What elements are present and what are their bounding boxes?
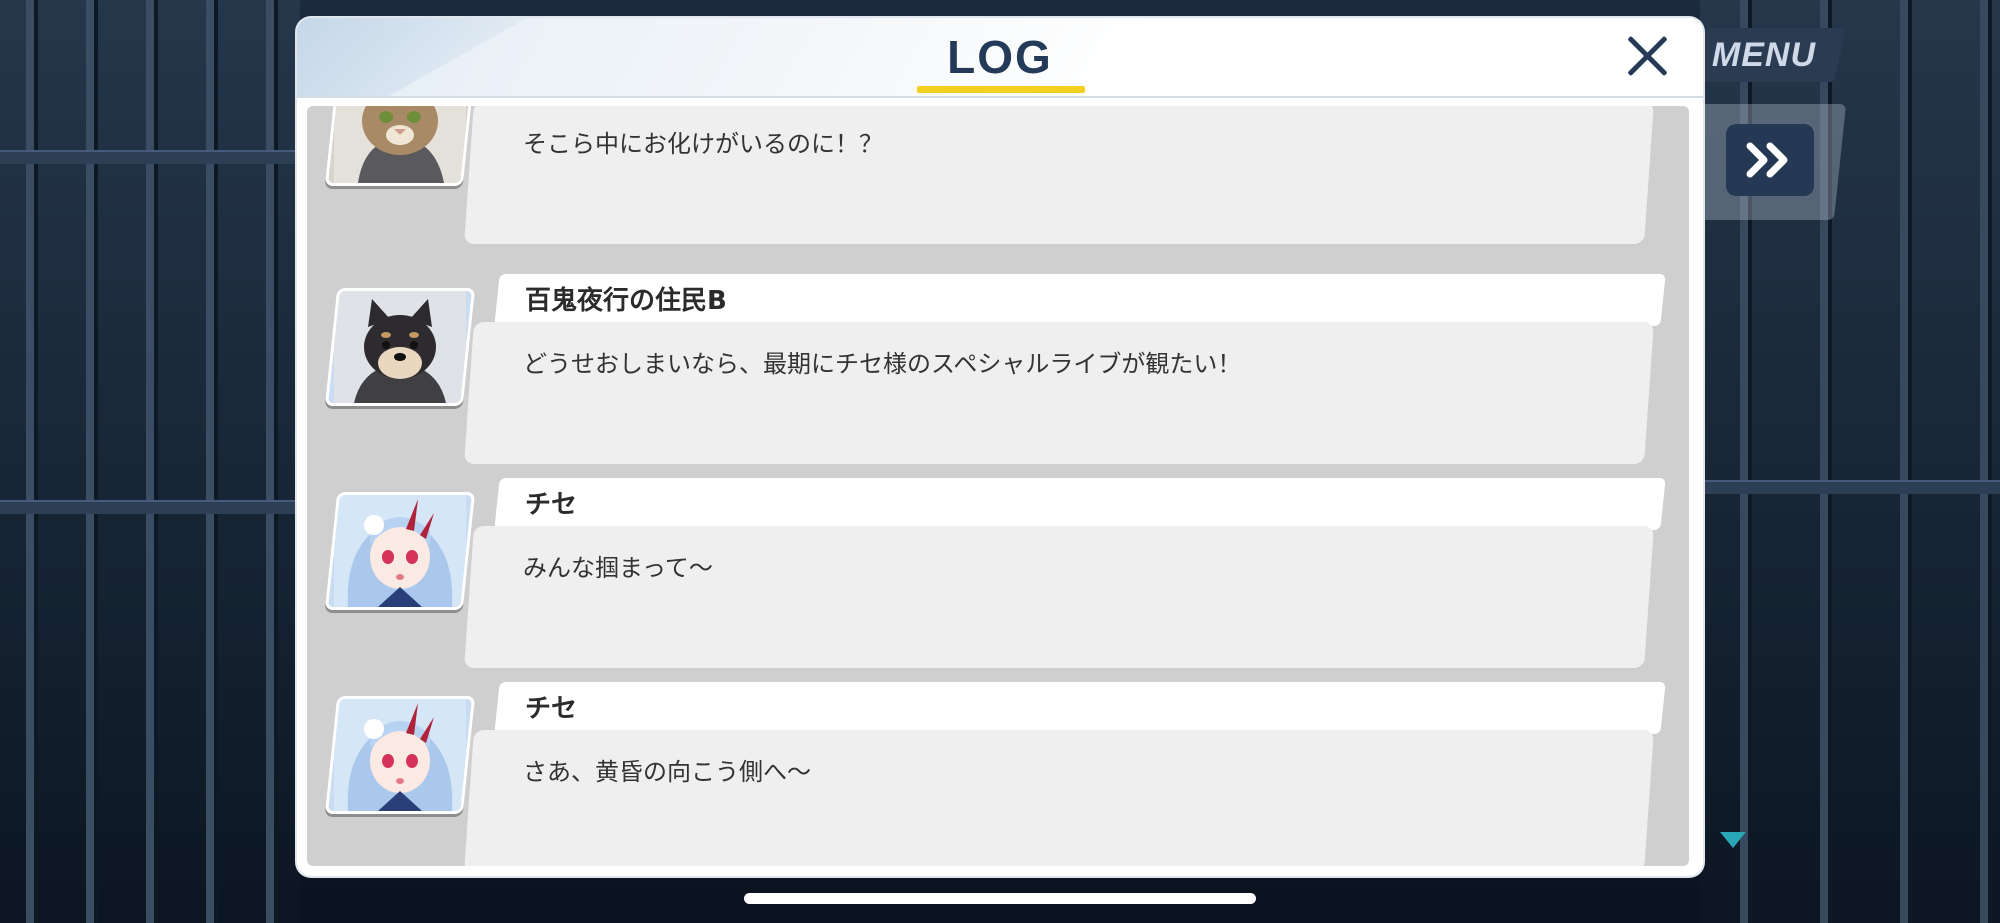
cat-avatar-icon <box>324 106 476 186</box>
menu-button[interactable]: MENU <box>1694 28 1846 82</box>
fast-forward-icon <box>1746 142 1788 178</box>
chise-avatar-icon <box>324 696 476 814</box>
message-text: そこら中にお化けがいるのに！？ <box>523 130 883 158</box>
log-list[interactable]: そこら中にお化けがいるのに！？ 百鬼夜行の住民B どうせおしまいなら、最期にチセ… <box>307 106 1689 866</box>
speaker-name: チセ <box>525 490 578 520</box>
chise-avatar-icon <box>324 492 476 610</box>
log-entry: そこら中にお化けがいるのに！？ <box>307 106 1689 258</box>
background-rail <box>0 150 300 164</box>
scroll-down-indicator-icon <box>1720 832 1746 848</box>
message-box <box>464 730 1654 866</box>
speaker-name-tab <box>494 682 1666 734</box>
background-rail <box>0 500 300 514</box>
background-rail <box>1700 480 2000 494</box>
fast-forward-button[interactable] <box>1726 124 1814 196</box>
message-text: さあ、黄昏の向こう側へ〜 <box>523 758 811 786</box>
speaker-name: 百鬼夜行の住民B <box>525 286 727 316</box>
home-indicator[interactable] <box>744 893 1256 904</box>
close-button[interactable] <box>1621 30 1673 82</box>
log-entry: チセ さあ、黄昏の向こう側へ〜 <box>307 682 1689 866</box>
speaker-name-tab <box>494 478 1666 530</box>
log-entry: 百鬼夜行の住民B どうせおしまいなら、最期にチセ様のスペシャルライブが観たい！ <box>307 274 1689 478</box>
log-entry: チセ みんな掴まって〜 <box>307 478 1689 682</box>
log-panel: LOG そこら中にお化けがいるのに！？ 百鬼夜行の住民B どうせおしまいなら、最… <box>297 18 1703 876</box>
menu-label: MENU <box>1711 36 1817 74</box>
background-bars-left <box>0 0 300 923</box>
shiba-avatar-icon <box>324 288 476 406</box>
title-underline <box>917 86 1085 93</box>
log-header: LOG <box>297 18 1703 98</box>
message-text: みんな掴まって〜 <box>523 554 713 582</box>
message-text: どうせおしまいなら、最期にチセ様のスペシャルライブが観たい！ <box>523 350 1242 378</box>
log-title: LOG <box>947 31 1053 83</box>
speaker-name: チセ <box>525 694 578 724</box>
